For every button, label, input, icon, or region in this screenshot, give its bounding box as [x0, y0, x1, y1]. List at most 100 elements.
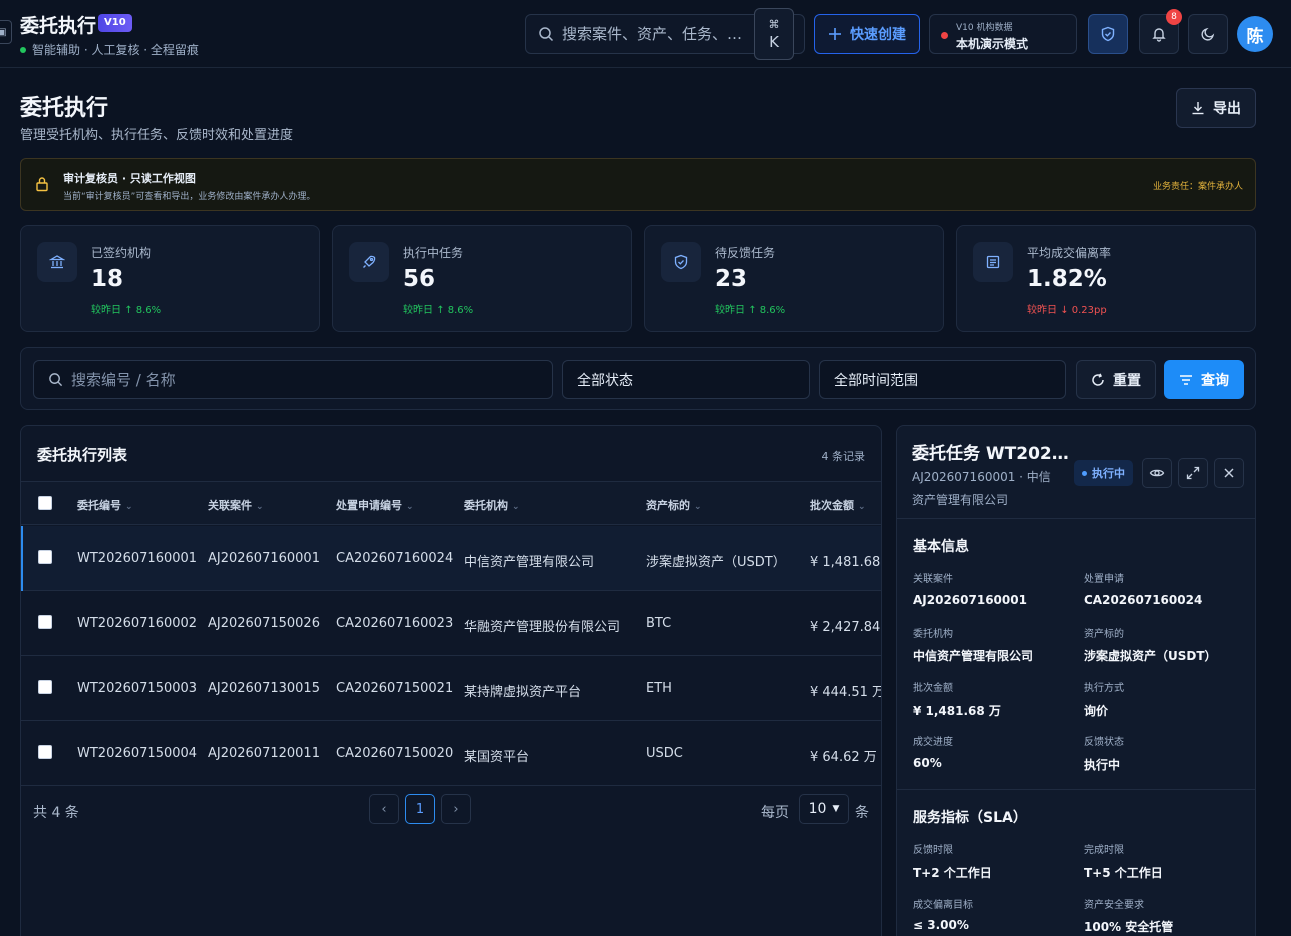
- time-range-select[interactable]: 全部时间范围: [819, 360, 1066, 399]
- per-page-select[interactable]: 10 ▼: [799, 794, 849, 824]
- eye-icon: [1149, 469, 1165, 477]
- status-dot-icon: [1082, 470, 1087, 476]
- moon-icon: [1201, 27, 1215, 41]
- cell-asset: USDC: [646, 746, 683, 761]
- notifications-button[interactable]: 8: [1139, 9, 1182, 54]
- shortcut-hint: ⌘ K: [754, 8, 794, 60]
- section-sla: 服务指标（SLA）: [913, 810, 1027, 826]
- global-search[interactable]: ⌘ K: [525, 8, 805, 60]
- sla-label: 成交偏离目标: [913, 900, 973, 911]
- select-all-checkbox[interactable]: [38, 496, 52, 510]
- quick-create-button[interactable]: 快速创建: [814, 14, 920, 54]
- field-value: 涉案虚拟资产（USDT）: [1084, 649, 1217, 663]
- prev-page-button[interactable]: ‹: [369, 794, 399, 824]
- divider: [897, 518, 1255, 519]
- sidebar-toggle-icon[interactable]: ▣: [0, 20, 12, 44]
- sort-caret-icon: ⌄: [125, 502, 133, 512]
- close-button[interactable]: [1214, 458, 1244, 488]
- sort-caret-icon: ⌄: [858, 502, 866, 512]
- stat-label: 已签约机构: [91, 246, 152, 260]
- column-header[interactable]: 关联案件 ⌄: [208, 497, 264, 513]
- detail-title: 委托任务 WT202607160001: [912, 444, 1072, 464]
- mode-caption: V10 机构数据: [956, 23, 1013, 33]
- column-header[interactable]: 批次金额 ⌄: [810, 497, 866, 513]
- detail-subtitle: AJ202607160001 · 中信资产管理有限公司: [912, 470, 1051, 507]
- cell-amount: ¥ 2,427.84 万: [810, 620, 881, 635]
- per-page-prefix: 每页: [761, 805, 789, 821]
- expand-button[interactable]: [1178, 458, 1208, 488]
- cell-institution: 华融资产管理股份有限公司: [464, 620, 621, 635]
- field-label: 处置申请: [1084, 574, 1124, 585]
- list-title: 委托执行列表: [37, 446, 128, 464]
- plus-icon: [829, 28, 841, 40]
- stat-card-deviation: 平均成交偏离率 1.82% 较昨日 ↓ 0.23pp: [956, 225, 1256, 332]
- column-header[interactable]: 资产标的 ⌄: [646, 497, 702, 513]
- cell-delegation-id: WT202607150003: [77, 681, 198, 696]
- row-checkbox[interactable]: [38, 680, 52, 694]
- stat-card-executing: 执行中任务 56 较昨日 ↑ 8.6%: [332, 225, 632, 332]
- table-row[interactable]: WT202607150004 AJ202607120011 CA20260715…: [21, 721, 881, 786]
- row-checkbox[interactable]: [38, 550, 52, 564]
- cell-institution: 某持牌虚拟资产平台: [464, 685, 582, 700]
- theme-toggle-button[interactable]: [1188, 14, 1228, 54]
- cell-application-id: CA202607150021: [336, 681, 454, 696]
- preview-button[interactable]: [1142, 458, 1172, 488]
- shortcut-mod: ⌘: [768, 17, 780, 31]
- user-avatar[interactable]: 陈: [1237, 16, 1273, 52]
- table-row[interactable]: WT202607160002 AJ202607150026 CA20260716…: [21, 591, 881, 656]
- mode-indicator[interactable]: V10 机构数据 本机演示模式: [929, 14, 1077, 54]
- delegation-list-panel: 委托执行列表 4 条记录 委托编号 ⌄ 关联案件 ⌄ 处置申请编号 ⌄ 委托机构 ⌄ 资…: [20, 425, 882, 936]
- query-button[interactable]: 查询: [1164, 360, 1244, 399]
- security-button[interactable]: [1088, 14, 1128, 54]
- sla-value: T+5 个工作日: [1084, 866, 1163, 880]
- cell-case-id: AJ202607160001: [208, 551, 320, 566]
- cell-delegation-id: WT202607160001: [77, 551, 198, 566]
- cell-application-id: CA202607150020: [336, 746, 454, 761]
- search-icon: [49, 373, 63, 387]
- task-detail-panel: 委托任务 WT202607160001 AJ202607160001 · 中信资…: [896, 425, 1256, 936]
- readonly-notice: 审计复核员 · 只读工作视图 当前“审计复核员”可查看和导出，业务修改由案件承办…: [20, 158, 1256, 211]
- filter-icon: [1180, 374, 1192, 385]
- reset-button[interactable]: 重置: [1076, 360, 1156, 399]
- export-button[interactable]: 导出: [1176, 88, 1256, 128]
- cell-application-id: CA202607160023: [336, 616, 454, 631]
- stat-value: 23: [715, 266, 748, 292]
- stat-label: 待反馈任务: [715, 246, 776, 260]
- status-select[interactable]: 全部状态: [562, 360, 810, 399]
- sla-label: 反馈时限: [913, 845, 953, 856]
- cell-case-id: AJ202607120011: [208, 746, 320, 761]
- cell-asset: ETH: [646, 681, 672, 696]
- export-label: 导出: [1213, 101, 1241, 117]
- sort-caret-icon: ⌄: [694, 502, 702, 512]
- cell-delegation-id: WT202607150004: [77, 746, 198, 761]
- field-label: 批次金额: [913, 683, 953, 694]
- record-count: 4 条记录: [821, 450, 866, 463]
- page-1-button[interactable]: 1: [405, 794, 435, 824]
- refresh-icon: [1092, 372, 1104, 386]
- next-page-button[interactable]: ›: [441, 794, 471, 824]
- expand-icon: [1186, 466, 1200, 480]
- filter-search[interactable]: [33, 360, 553, 399]
- column-header[interactable]: 委托机构 ⌄: [464, 497, 520, 513]
- notice-responsibility: 业务责任：案件承办人: [1152, 182, 1243, 192]
- table-row[interactable]: WT202607160001 AJ202607160001 CA20260716…: [21, 526, 881, 591]
- global-search-input[interactable]: [562, 25, 744, 43]
- shortcut-key: K: [769, 32, 779, 51]
- row-checkbox[interactable]: [38, 615, 52, 629]
- row-checkbox[interactable]: [38, 745, 52, 759]
- mode-label: 本机演示模式: [956, 37, 1029, 51]
- cell-application-id: CA202607160024: [336, 551, 454, 566]
- cell-delegation-id: WT202607160002: [77, 616, 198, 631]
- version-badge: V10: [98, 14, 132, 32]
- field-value: CA202607160024: [1084, 593, 1203, 607]
- divider: [897, 789, 1255, 790]
- filter-search-input[interactable]: [71, 370, 371, 389]
- column-header[interactable]: 委托编号 ⌄: [77, 497, 133, 513]
- stat-card-institutions: 已签约机构 18 较昨日 ↑ 8.6%: [20, 225, 320, 332]
- cell-institution: 中信资产管理有限公司: [464, 555, 595, 570]
- stat-label: 执行中任务: [403, 246, 464, 260]
- stat-value: 56: [403, 266, 436, 292]
- table-row[interactable]: WT202607150003 AJ202607130015 CA20260715…: [21, 656, 881, 721]
- column-header[interactable]: 处置申请编号 ⌄: [336, 497, 414, 513]
- download-icon: [1192, 102, 1204, 115]
